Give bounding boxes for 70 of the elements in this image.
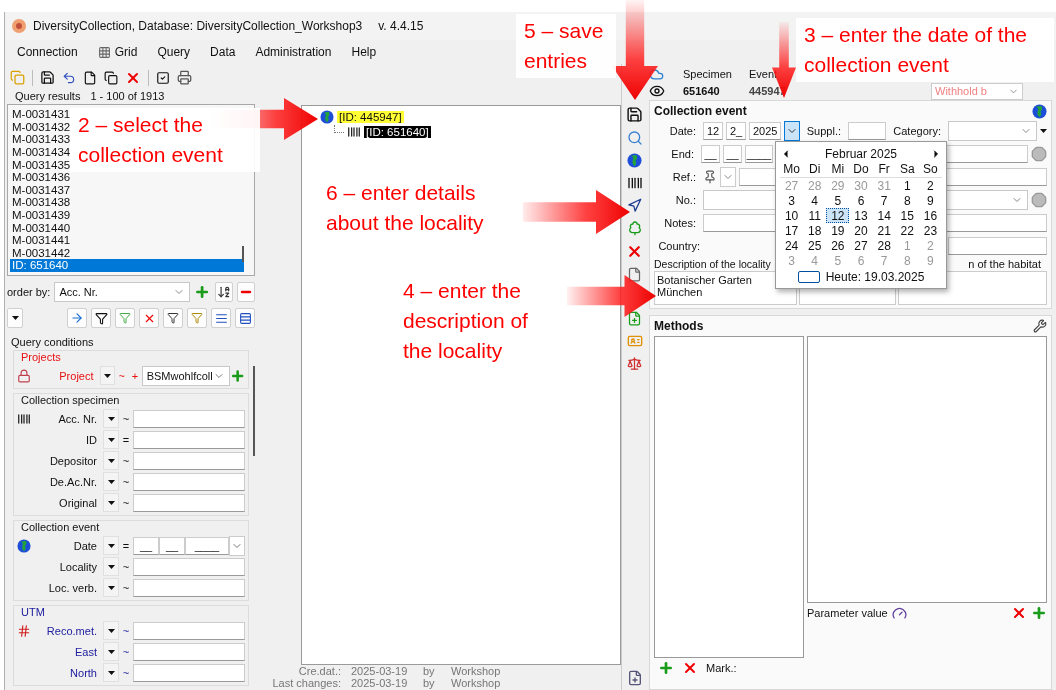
operator-sign: ~ [121,666,131,679]
operator-sign: ~ [121,624,131,637]
weekday-label: Di [803,162,827,178]
field-label: De.Ac.Nr. [48,475,98,488]
operator-sign: ~ [121,581,131,594]
weekday-label: So [918,162,942,178]
field-label: No.: [674,193,697,206]
results-count: 1 - 100 of 1913 [90,90,165,103]
version-label: v. 4.4.15 [378,19,424,33]
field-label: Date [72,539,98,552]
footer-date: 2025-03-19 [351,665,409,677]
footer-by: by [423,677,436,689]
field-label: Project [58,369,95,382]
field-label: Suppl.: [805,124,842,137]
operator-sign: ~ [121,454,131,467]
operator-sign: ~ [121,475,131,488]
footer-user: Workshop [451,677,502,689]
field-label: Country: [657,239,701,252]
operator-sign: = [121,433,131,446]
field-label: Reco.met. [45,624,98,637]
field-label: Depositor [48,454,98,467]
section-title: Query conditions [11,336,94,348]
group-title: Collection event [654,104,747,118]
field-label: Locality [58,560,98,573]
field-label: ID [85,433,98,446]
specimen-id: 651640 [683,85,721,97]
results-label: Query results [15,90,81,103]
field-label: Date: [668,124,697,137]
calendar-month: Februar 2025 [824,146,897,161]
group-title: Collection specimen [20,394,121,408]
field-label: East [74,645,98,658]
callout-text: 5 – save entries [516,14,616,78]
operator-sign: = [121,539,131,552]
field-label: Notes: [663,216,697,229]
field-label: End: [670,147,695,160]
callout-text: 3 – enter the date of the collection event [796,18,1054,82]
plus-sign: + [130,369,140,382]
group-title: Collection event [20,521,101,535]
group-title: Methods [654,319,704,333]
footer-user: Workshop [451,665,502,677]
weekday-label: Mi [826,162,850,178]
field-label: North [69,666,98,679]
field-label: Loc. verb. [47,581,98,594]
operator-sign: ~ [121,496,131,509]
field-label: Original [58,496,98,509]
field-label: Category: [892,124,942,137]
weekday-label: Sa [895,162,919,178]
footer-label: Cre.dat.: [297,665,341,677]
weekday-label: Mo [780,162,804,178]
window-title: DiversityCollection, Database: DiversityCollection_Workshop3 [33,19,363,33]
field-label: n of the habitat [968,258,1041,270]
weekday-label: Do [849,162,873,178]
field-label: Ref.: [671,170,697,183]
group-title: UTM [20,606,46,620]
field-label: Acc. Nr. [57,412,98,425]
footer-label: Last changes: [271,677,341,689]
specimen-label: Specimen [683,68,733,80]
group-title: Projects [20,351,62,365]
weekday-label: Fr [872,162,896,178]
callout-text: 2 – select the collection event [70,108,260,172]
parameter-label: Parameter value [807,607,888,619]
operator-sign: ~ [121,560,131,573]
footer-by: by [423,665,436,677]
field-label: Description of the locality [654,258,771,270]
footer-date: 2025-03-19 [351,677,409,689]
operator-sign: ~ [121,645,131,658]
mark-label: Mark.: [706,662,737,674]
operator-sign: ~ [117,369,126,382]
order-by-label: order by: [7,286,51,298]
operator-sign: ~ [121,412,131,425]
